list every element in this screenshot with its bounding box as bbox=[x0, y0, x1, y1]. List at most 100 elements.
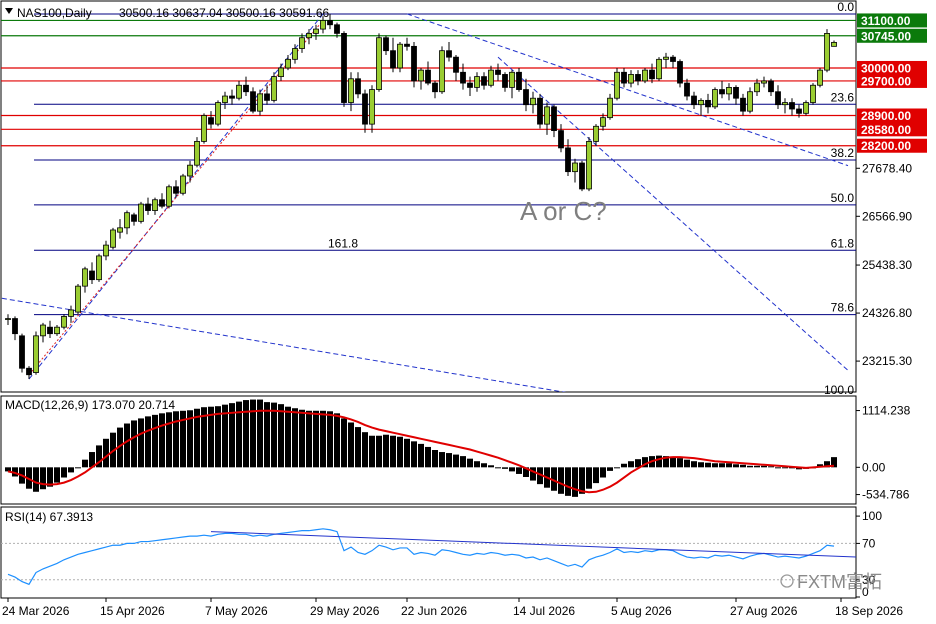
candle-body-83 bbox=[586, 141, 592, 190]
rsi-label: RSI(14) 67.3913 bbox=[5, 510, 93, 524]
macd-bar-5 bbox=[40, 467, 46, 490]
macd-bar-55 bbox=[390, 435, 396, 468]
macd-bar-71 bbox=[502, 467, 508, 469]
candle-body-38 bbox=[271, 76, 277, 101]
candle-body-80 bbox=[565, 147, 571, 173]
macd-bar-52 bbox=[369, 435, 375, 468]
candle-body-109 bbox=[768, 80, 774, 93]
candle-body-59 bbox=[418, 69, 424, 82]
watermark-text: FXTM富拓 bbox=[797, 572, 882, 592]
macd-bar-34 bbox=[243, 400, 249, 468]
candle-body-114 bbox=[803, 102, 809, 114]
macd-bar-35 bbox=[250, 399, 256, 468]
date-tick-7: 27 Aug 2026 bbox=[730, 604, 798, 618]
macd-bar-68 bbox=[481, 463, 487, 468]
level-label-5: 28580.00 bbox=[861, 123, 911, 137]
macd-label: MACD(12,26,9) 173.070 20.714 bbox=[5, 398, 175, 412]
candle-body-88 bbox=[621, 71, 627, 84]
macd-bar-101 bbox=[712, 463, 718, 468]
candle-body-73 bbox=[516, 71, 522, 90]
candle-body-28 bbox=[201, 115, 207, 142]
price-axis: 31100.0030745.00 30000.0029700.00 28900.00… bbox=[856, 13, 927, 368]
candle-body-60 bbox=[425, 69, 431, 84]
macd-bar-43 bbox=[306, 410, 312, 468]
candle-body-115 bbox=[810, 84, 816, 103]
macd-bar-22 bbox=[159, 413, 165, 468]
macd-bar-84 bbox=[593, 467, 599, 484]
macd-bar-45 bbox=[320, 410, 326, 468]
candle-body-104 bbox=[733, 87, 739, 99]
macd-bar-36 bbox=[257, 399, 263, 468]
candle-body-46 bbox=[327, 20, 333, 26]
candle-body-55 bbox=[390, 50, 396, 69]
candle-body-116 bbox=[817, 69, 823, 86]
fib-label-0: 0.0 bbox=[837, 0, 854, 14]
candle-body-113 bbox=[796, 108, 802, 114]
rsi-panel bbox=[0, 506, 857, 599]
date-tick-4: 22 Jun 2026 bbox=[401, 604, 467, 618]
macd-bar-107 bbox=[754, 465, 760, 468]
candle-body-35 bbox=[250, 91, 256, 112]
macd-bar-60 bbox=[425, 446, 431, 468]
macd-bar-65 bbox=[460, 456, 466, 468]
candle-body-26 bbox=[187, 164, 193, 177]
macd-axis: 1114.238 0.00 -534.786 bbox=[856, 404, 911, 502]
price-tick-3: 24326.80 bbox=[862, 306, 912, 320]
macd-bar-89 bbox=[628, 461, 634, 468]
candle-body-108 bbox=[761, 80, 767, 84]
candle-body-27 bbox=[194, 141, 200, 166]
macd-bar-108 bbox=[761, 465, 767, 468]
level-label-1: 30745.00 bbox=[861, 29, 911, 43]
candle-body-90 bbox=[635, 74, 641, 82]
candle-body-50 bbox=[355, 78, 361, 95]
macd-bar-105 bbox=[740, 464, 746, 468]
candle-body-67 bbox=[474, 76, 480, 88]
candle-body-65 bbox=[460, 71, 466, 84]
macd-bar-83 bbox=[586, 467, 592, 489]
macd-bar-11 bbox=[82, 459, 88, 468]
candle-body-40 bbox=[285, 58, 291, 69]
candle-body-19 bbox=[138, 203, 144, 222]
candle-body-21 bbox=[152, 199, 158, 211]
date-tick-5: 14 Jul 2026 bbox=[513, 604, 575, 618]
macd-bar-63 bbox=[446, 453, 452, 468]
macd-bar-38 bbox=[271, 402, 277, 468]
candle-body-101 bbox=[712, 89, 718, 108]
candle-body-72 bbox=[509, 71, 515, 88]
date-tick-1: 15 Apr 2026 bbox=[100, 604, 165, 618]
candle-body-106 bbox=[747, 91, 753, 112]
macd-bar-50 bbox=[355, 427, 361, 468]
annotation-text: A or C? bbox=[520, 196, 607, 226]
candle-body-112 bbox=[789, 102, 795, 110]
candle-body-14 bbox=[103, 244, 109, 257]
candle-body-44 bbox=[313, 28, 319, 34]
level-label-3: 29700.00 bbox=[861, 74, 911, 88]
macd-bar-18 bbox=[131, 420, 137, 468]
macd-bar-57 bbox=[404, 438, 410, 468]
candle-body-75 bbox=[530, 97, 536, 106]
candle-body-36 bbox=[257, 93, 263, 112]
macd-bar-67 bbox=[474, 461, 480, 468]
fib-label-6: 100.0 bbox=[824, 383, 854, 397]
candle-body-100 bbox=[705, 99, 711, 108]
fib-label-4: 61.8 bbox=[831, 236, 855, 250]
candle-body-58 bbox=[411, 45, 417, 82]
candle-body-84 bbox=[593, 125, 599, 142]
fib-label-1: 23.6 bbox=[831, 90, 855, 104]
candle-body-42 bbox=[299, 37, 305, 49]
macd-bar-53 bbox=[376, 435, 382, 468]
candle-body-68 bbox=[481, 76, 487, 86]
candle-body-117 bbox=[824, 33, 830, 71]
candle-body-82 bbox=[579, 162, 585, 190]
macd-bar-17 bbox=[124, 423, 130, 468]
macd-bar-61 bbox=[432, 450, 438, 468]
macd-bar-14 bbox=[103, 438, 109, 468]
macd-bar-96 bbox=[677, 458, 683, 468]
candle-body-105 bbox=[740, 97, 746, 112]
date-axis: 24 Mar 2026 15 Apr 2026 7 May 2026 29 May 2… bbox=[2, 598, 903, 618]
price-tick-2: 25438.30 bbox=[862, 258, 912, 272]
macd-bar-40 bbox=[285, 406, 291, 468]
macd-bar-48 bbox=[341, 418, 347, 468]
candle-body-3 bbox=[26, 367, 32, 376]
macd-bar-23 bbox=[166, 412, 172, 468]
